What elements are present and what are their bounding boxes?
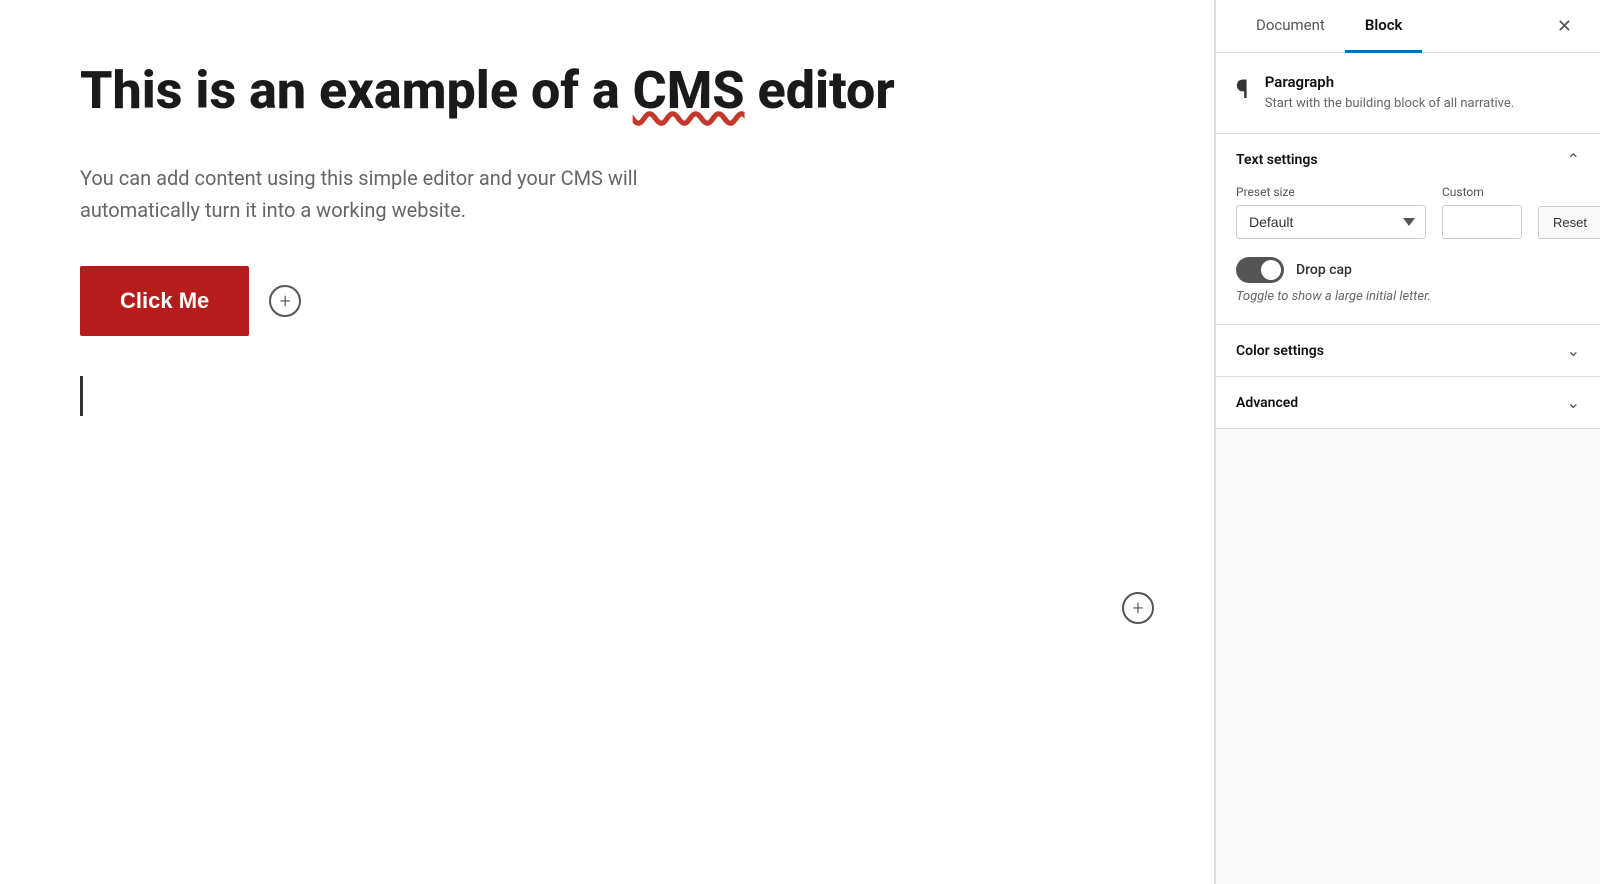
text-settings-header[interactable]: Text settings ⌃ — [1216, 134, 1600, 185]
block-info-text: Paragraph Start with the building block … — [1265, 73, 1514, 113]
color-settings-chevron: ⌄ — [1567, 341, 1580, 360]
custom-size-input[interactable] — [1442, 205, 1522, 239]
sidebar-tabs: Document Block ✕ — [1216, 0, 1600, 53]
text-settings-chevron: ⌃ — [1567, 150, 1580, 169]
add-block-button[interactable]: + — [269, 285, 301, 317]
body-line1: You can add content using this simple ed… — [80, 166, 638, 190]
editor-heading: This is an example of a CMS editor — [80, 60, 1134, 122]
color-settings-section: Color settings ⌄ — [1216, 325, 1600, 377]
editor-body: You can add content using this simple ed… — [80, 162, 1134, 226]
block-description: Start with the building block of all nar… — [1265, 95, 1514, 113]
block-info: ¶ Paragraph Start with the building bloc… — [1216, 53, 1600, 134]
sidebar: Document Block ✕ ¶ Paragraph Start with … — [1215, 0, 1600, 884]
text-settings-section: Text settings ⌃ Preset size Default Cust… — [1216, 134, 1600, 325]
heading-cms-word: CMS — [633, 60, 745, 121]
close-button[interactable]: ✕ — [1549, 12, 1580, 41]
custom-label: Custom — [1442, 185, 1522, 199]
tab-document[interactable]: Document — [1236, 0, 1345, 53]
tab-block[interactable]: Block — [1345, 0, 1423, 53]
preset-size-group: Preset size Default — [1236, 185, 1426, 239]
color-settings-header[interactable]: Color settings ⌄ — [1216, 325, 1600, 376]
reset-button[interactable]: Reset — [1538, 206, 1600, 239]
advanced-chevron: ⌄ — [1567, 393, 1580, 412]
click-me-button[interactable]: Click Me — [80, 266, 249, 336]
color-settings-title: Color settings — [1236, 343, 1324, 359]
drop-cap-toggle[interactable] — [1236, 257, 1284, 283]
preset-size-label: Preset size — [1236, 185, 1426, 199]
heading-text-before-cms: This is an example of a — [80, 60, 633, 121]
cursor-line — [80, 376, 83, 416]
toggle-knob — [1261, 260, 1281, 280]
preset-size-select[interactable]: Default — [1236, 205, 1426, 239]
drop-cap-label: Drop cap — [1296, 262, 1352, 278]
custom-size-group: Custom — [1442, 185, 1522, 239]
drop-cap-row: Drop cap — [1236, 257, 1580, 283]
advanced-section: Advanced ⌄ — [1216, 377, 1600, 429]
button-row: Click Me + — [80, 266, 1134, 336]
editor-area: This is an example of a CMS editor You c… — [0, 0, 1215, 884]
advanced-title: Advanced — [1236, 395, 1298, 411]
size-field-row: Preset size Default Custom Reset — [1236, 185, 1580, 239]
text-settings-title: Text settings — [1236, 152, 1318, 168]
drop-cap-hint: Toggle to show a large initial letter. — [1236, 289, 1580, 304]
body-line2: automatically turn it into a working web… — [80, 198, 466, 222]
heading-text-after-cms: editor — [745, 60, 895, 121]
add-block-bottom-button[interactable]: + — [1122, 592, 1154, 624]
text-settings-content: Preset size Default Custom Reset Drop ca… — [1216, 185, 1600, 324]
block-title: Paragraph — [1265, 73, 1514, 91]
paragraph-icon: ¶ — [1236, 75, 1249, 105]
tabs-container: Document Block — [1236, 0, 1422, 52]
advanced-header[interactable]: Advanced ⌄ — [1216, 377, 1600, 428]
cursor-row — [80, 376, 1134, 416]
